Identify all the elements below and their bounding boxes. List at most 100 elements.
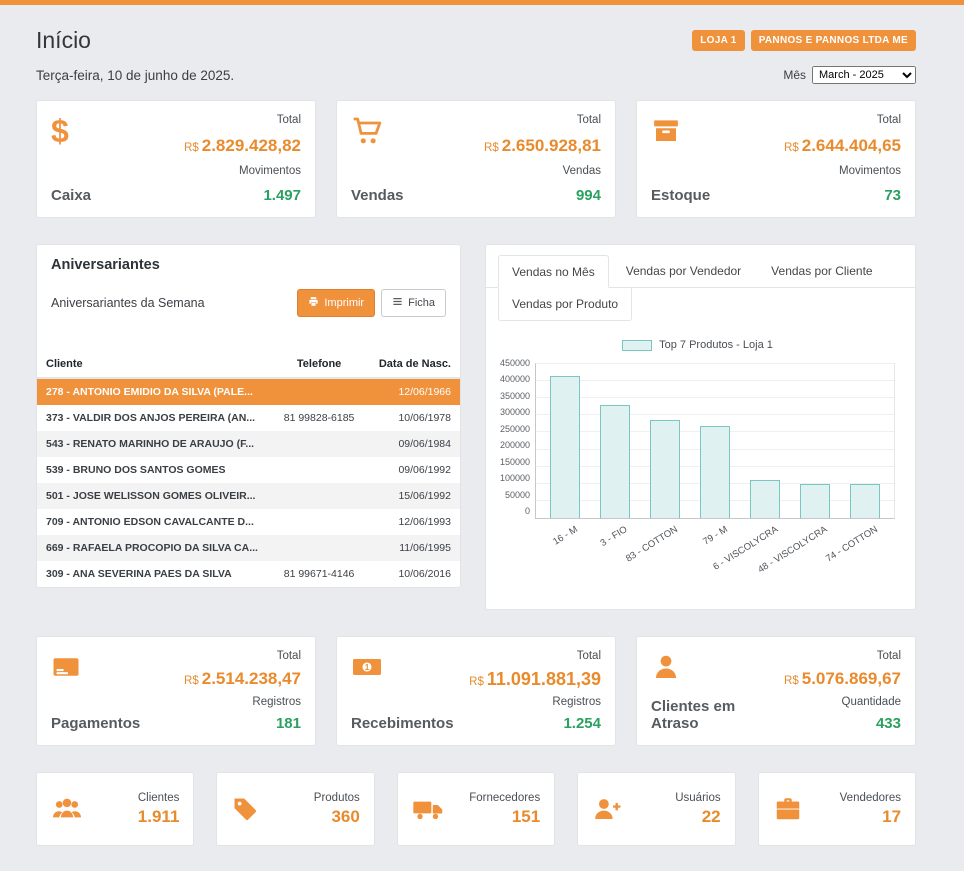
stat-name: Pagamentos [51, 715, 140, 732]
pagamentos-card[interactable]: Pagamentos Total R$2.514.238,47 Registro… [36, 636, 316, 746]
counter-value: 17 [882, 807, 901, 827]
x-tick-label: 83 - COTTON [624, 524, 680, 565]
count-label: Movimentos [184, 165, 301, 177]
bar [600, 405, 630, 518]
counter-value: 22 [702, 807, 721, 827]
count-value: 433 [784, 715, 901, 732]
table-row[interactable]: 309 - ANA SEVERINA PAES DA SILVA81 99671… [37, 561, 460, 587]
page-title: Início [36, 27, 91, 54]
company-badge[interactable]: PANNOS E PANNOS LTDA ME [751, 30, 916, 51]
credit-card-icon [51, 650, 140, 684]
clientes-em-atraso-card[interactable]: Clientes em Atraso Total R$5.076.869,67 … [636, 636, 916, 746]
bar-slot: 48 - VISCOLYCRA [800, 364, 830, 518]
tab-vendas-no-mes[interactable]: Vendas no Mês [498, 255, 609, 288]
cart-icon [351, 114, 404, 148]
svg-text:1: 1 [365, 662, 370, 672]
tab-vendas-por-produto[interactable]: Vendas por Produto [498, 288, 632, 321]
print-button[interactable]: Imprimir [297, 289, 375, 317]
usuarios-counter[interactable]: Usuários 22 [577, 772, 735, 846]
counter-label: Clientes [138, 792, 180, 804]
birthdays-subtitle: Aniversariantes da Semana [51, 296, 205, 310]
briefcase-icon [773, 792, 803, 826]
tag-icon [231, 792, 259, 826]
y-tick-label: 0 [525, 507, 530, 515]
page-header: Início LOJA 1 PANNOS E PANNOS LTDA ME [36, 27, 916, 54]
count-label: Quantidade [784, 696, 901, 708]
bar-slot: 79 - M [700, 364, 730, 518]
table-header-row: Cliente Telefone Data de Nasc. [37, 351, 460, 378]
mid-stats-row: Pagamentos Total R$2.514.238,47 Registro… [36, 636, 916, 746]
produtos-counter[interactable]: Produtos 360 [216, 772, 374, 846]
total-label: Total [184, 114, 301, 126]
counter-value: 1.911 [138, 807, 180, 827]
counter-value: 360 [331, 807, 359, 827]
count-label: Vendas [484, 165, 601, 177]
birthdays-tbody: 278 - ANTONIO EMIDIO DA SILVA (PALE... 12… [37, 378, 460, 587]
table-row[interactable]: 539 - BRUNO DOS SANTOS GOMES09/06/1992 [37, 457, 460, 483]
clientes-counter[interactable]: Clientes 1.911 [36, 772, 194, 846]
count-label: Registros [184, 696, 301, 708]
y-tick-label: 200000 [500, 441, 530, 449]
estoque-card[interactable]: Estoque Total R$2.644.404,65 Movimentos … [636, 100, 916, 218]
table-row[interactable]: 373 - VALDIR DOS ANJOS PEREIRA (AN...81 … [37, 405, 460, 431]
people-icon [51, 792, 83, 826]
table-row[interactable]: 669 - RAFAELA PROCOPIO DA SILVA CA...11/… [37, 535, 460, 561]
legend-swatch [622, 340, 652, 351]
nasc-cell: 10/06/2016 [370, 561, 460, 587]
birthdays-title: Aniversariantes [37, 245, 460, 285]
counter-label: Fornecedores [469, 792, 540, 804]
cliente-cell: 373 - VALDIR DOS ANJOS PEREIRA (AN... [37, 405, 268, 431]
bar [700, 426, 730, 518]
vendedores-counter[interactable]: Vendedores 17 [758, 772, 916, 846]
count-label: Movimentos [784, 165, 901, 177]
vendas-card[interactable]: Vendas Total R$2.650.928,81 Vendas 994 [336, 100, 616, 218]
tab-vendas-por-cliente[interactable]: Vendas por Cliente [758, 255, 885, 287]
y-tick-label: 350000 [500, 392, 530, 400]
counters-row: Clientes 1.911 Produtos 360 Fornecedores… [36, 772, 916, 846]
table-row[interactable]: 278 - ANTONIO EMIDIO DA SILVA (PALE... 12… [37, 378, 460, 405]
total-label: Total [484, 114, 601, 126]
count-value: 1.254 [469, 715, 601, 732]
cliente-cell: 501 - JOSE WELISSON GOMES OLIVEIR... [37, 483, 268, 509]
recebimentos-card[interactable]: 1 Recebimentos Total R$11.091.881,39 Reg… [336, 636, 616, 746]
bar [800, 484, 830, 518]
fornecedores-counter[interactable]: Fornecedores 151 [397, 772, 555, 846]
nasc-cell: 11/06/1995 [370, 535, 460, 561]
cliente-cell: 539 - BRUNO DOS SANTOS GOMES [37, 457, 268, 483]
total-amount: R$2.829.428,82 [184, 136, 301, 156]
sales-tabs: Vendas no Mês Vendas por Vendedor Vendas… [486, 245, 915, 288]
archive-icon [651, 114, 710, 148]
top-stats-row: $ Caixa Total R$2.829.428,82 Movimentos … [36, 100, 916, 218]
nasc-cell: 12/06/1966 [370, 378, 460, 405]
bar [850, 484, 880, 518]
stat-name: Estoque [651, 187, 710, 204]
cliente-cell: 278 - ANTONIO EMIDIO DA SILVA (PALE... [37, 378, 268, 405]
y-tick-label: 300000 [500, 408, 530, 416]
table-row[interactable]: 501 - JOSE WELISSON GOMES OLIVEIR...15/0… [37, 483, 460, 509]
stat-name: Recebimentos [351, 715, 454, 732]
bar-slot: 83 - COTTON [650, 364, 680, 518]
table-row[interactable]: 709 - ANTONIO EDSON CAVALCANTE D...12/06… [37, 509, 460, 535]
counter-label: Usuários [675, 792, 720, 804]
bar-slot: 6 - VISCOLYCRA [750, 364, 780, 518]
caixa-card[interactable]: $ Caixa Total R$2.829.428,82 Movimentos … [36, 100, 316, 218]
ficha-button[interactable]: Ficha [381, 289, 446, 317]
y-tick-label: 250000 [500, 425, 530, 433]
store-badge[interactable]: LOJA 1 [692, 30, 744, 51]
y-tick-label: 100000 [500, 474, 530, 482]
tab-vendas-por-vendedor[interactable]: Vendas por Vendedor [613, 255, 754, 287]
count-value: 181 [184, 715, 301, 732]
user-plus-icon [592, 792, 622, 826]
middle-section: Aniversariantes Aniversariantes da Seman… [36, 244, 916, 610]
table-row[interactable]: 543 - RENATO MARINHO DE ARAUJO (F...09/0… [37, 431, 460, 457]
month-picker: Mês March - 2025 [783, 66, 916, 84]
month-select[interactable]: March - 2025 [812, 66, 916, 84]
chart-plot: 16 - M3 - FIO83 - COTTON79 - M6 - VISCOL… [535, 363, 895, 519]
col-cliente: Cliente [37, 351, 268, 378]
total-amount: R$2.514.238,47 [184, 669, 301, 689]
bar [750, 480, 780, 518]
x-tick-label: 16 - M [551, 524, 580, 548]
telefone-cell [268, 483, 370, 509]
y-tick-label: 450000 [500, 359, 530, 367]
x-tick-label: 79 - M [701, 524, 730, 548]
